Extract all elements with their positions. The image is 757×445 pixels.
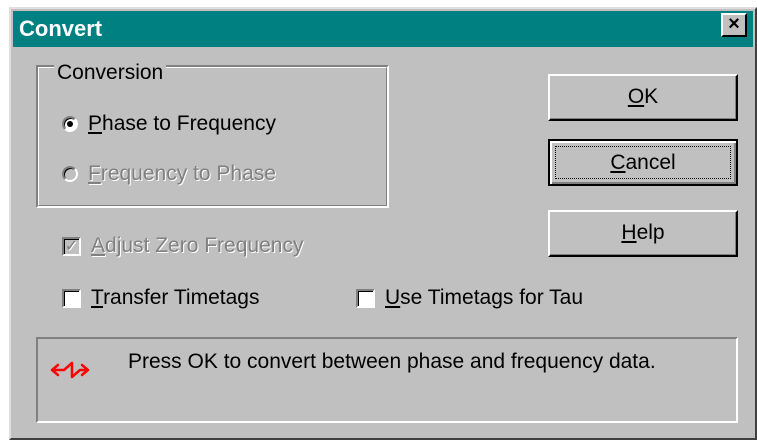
help-button[interactable]: Help xyxy=(548,210,738,257)
conversion-group-label: Conversion xyxy=(54,61,167,85)
checkbox-adjust-zero-frequency[interactable]: ✓ Adjust Zero Frequency xyxy=(62,234,303,258)
radio-frequency-to-phase[interactable]: Frequency to Phase xyxy=(62,162,276,186)
use-timetags-for-tau-label: Use Timetags for Tau xyxy=(385,286,584,309)
title-bar[interactable]: Convert xyxy=(13,11,753,47)
info-message: Press OK to convert between phase and fr… xyxy=(128,350,656,373)
window-title: Convert xyxy=(19,16,103,41)
radio-phase-to-frequency-label: Phase to Frequency xyxy=(88,112,276,135)
checkbox-icon xyxy=(356,288,375,308)
radio-phase-to-frequency[interactable]: Phase to Frequency xyxy=(62,112,276,136)
radio-button-icon xyxy=(62,116,78,132)
checkbox-use-timetags-for-tau[interactable]: Use Timetags for Tau xyxy=(356,286,583,310)
ok-button[interactable]: OK xyxy=(548,74,738,121)
radio-frequency-to-phase-label: Frequency to Phase xyxy=(88,162,276,185)
adjust-zero-frequency-label: Adjust Zero Frequency xyxy=(91,234,304,257)
cancel-button[interactable]: Cancel xyxy=(548,139,738,186)
radio-button-icon xyxy=(62,166,78,182)
convert-arrows-icon xyxy=(50,361,90,379)
close-button[interactable]: × xyxy=(721,13,747,37)
checkbox-icon xyxy=(62,288,81,308)
radio-selected-dot xyxy=(67,121,73,127)
transfer-timetags-label: Transfer Timetags xyxy=(91,286,260,309)
conversion-groupbox xyxy=(36,65,389,208)
checkbox-transfer-timetags[interactable]: Transfer Timetags xyxy=(62,286,259,310)
focus-rectangle: Cancel xyxy=(555,146,731,179)
close-icon: × xyxy=(728,13,740,35)
checkmark-icon: ✓ xyxy=(62,236,81,256)
